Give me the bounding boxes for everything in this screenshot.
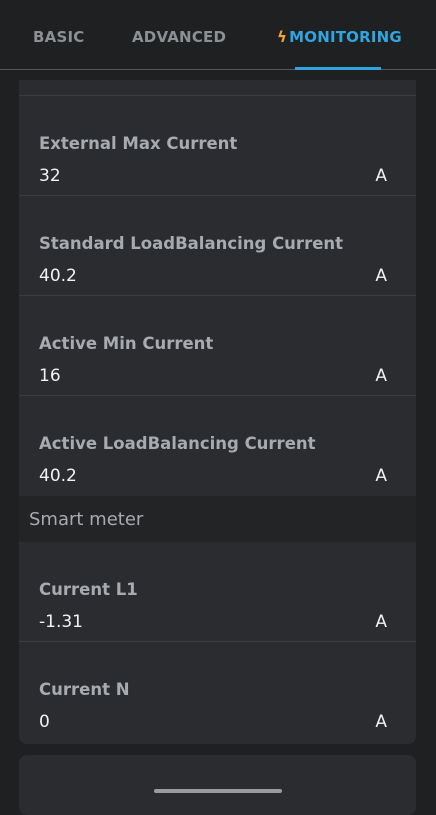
field-unit: A: [375, 712, 387, 732]
section-header-smart-meter: Smart meter: [19, 496, 416, 542]
home-indicator[interactable]: [154, 789, 282, 793]
field-value: 0: [39, 712, 50, 732]
tab-monitoring[interactable]: ϟ MONITORING: [277, 28, 402, 48]
tab-basic[interactable]: BASIC: [33, 28, 84, 48]
tab-monitoring-label: MONITORING: [289, 28, 402, 46]
field-active-min-current[interactable]: Active Min Current 16 A: [19, 296, 416, 396]
field-value: 32: [39, 166, 61, 186]
settings-card: External Max Current 32 A Standard LoadB…: [19, 80, 416, 744]
field-label: Active LoadBalancing Current: [39, 434, 316, 453]
field-label: Standard LoadBalancing Current: [39, 234, 344, 253]
field-current-n[interactable]: Current N 0 A: [19, 642, 416, 744]
field-unit: A: [375, 266, 387, 286]
field-label: External Max Current: [39, 134, 238, 153]
card-top-divider: [19, 80, 416, 96]
field-active-loadbalancing-current[interactable]: Active LoadBalancing Current 40.2 A: [19, 396, 416, 496]
field-external-max-current[interactable]: External Max Current 32 A: [19, 96, 416, 196]
next-section-card: [19, 755, 416, 815]
active-tab-indicator: [295, 67, 381, 70]
tab-advanced[interactable]: ADVANCED: [132, 28, 226, 48]
field-label: Current L1: [39, 580, 138, 599]
tab-bar: BASIC ADVANCED ϟ MONITORING: [0, 0, 436, 70]
monitoring-content: External Max Current 32 A Standard LoadB…: [19, 80, 416, 744]
field-current-l1[interactable]: Current L1 -1.31 A: [19, 542, 416, 642]
section-title: Smart meter: [29, 509, 144, 530]
field-unit: A: [375, 166, 387, 186]
field-unit: A: [375, 366, 387, 386]
field-value: -1.31: [39, 612, 83, 632]
field-value: 40.2: [39, 466, 77, 486]
field-unit: A: [375, 466, 387, 486]
field-label: Active Min Current: [39, 334, 214, 353]
field-standard-loadbalancing-current[interactable]: Standard LoadBalancing Current 40.2 A: [19, 196, 416, 296]
field-value: 40.2: [39, 266, 77, 286]
field-unit: A: [375, 612, 387, 632]
field-label: Current N: [39, 680, 130, 699]
field-value: 16: [39, 366, 61, 386]
bolt-icon: ϟ: [277, 28, 288, 46]
